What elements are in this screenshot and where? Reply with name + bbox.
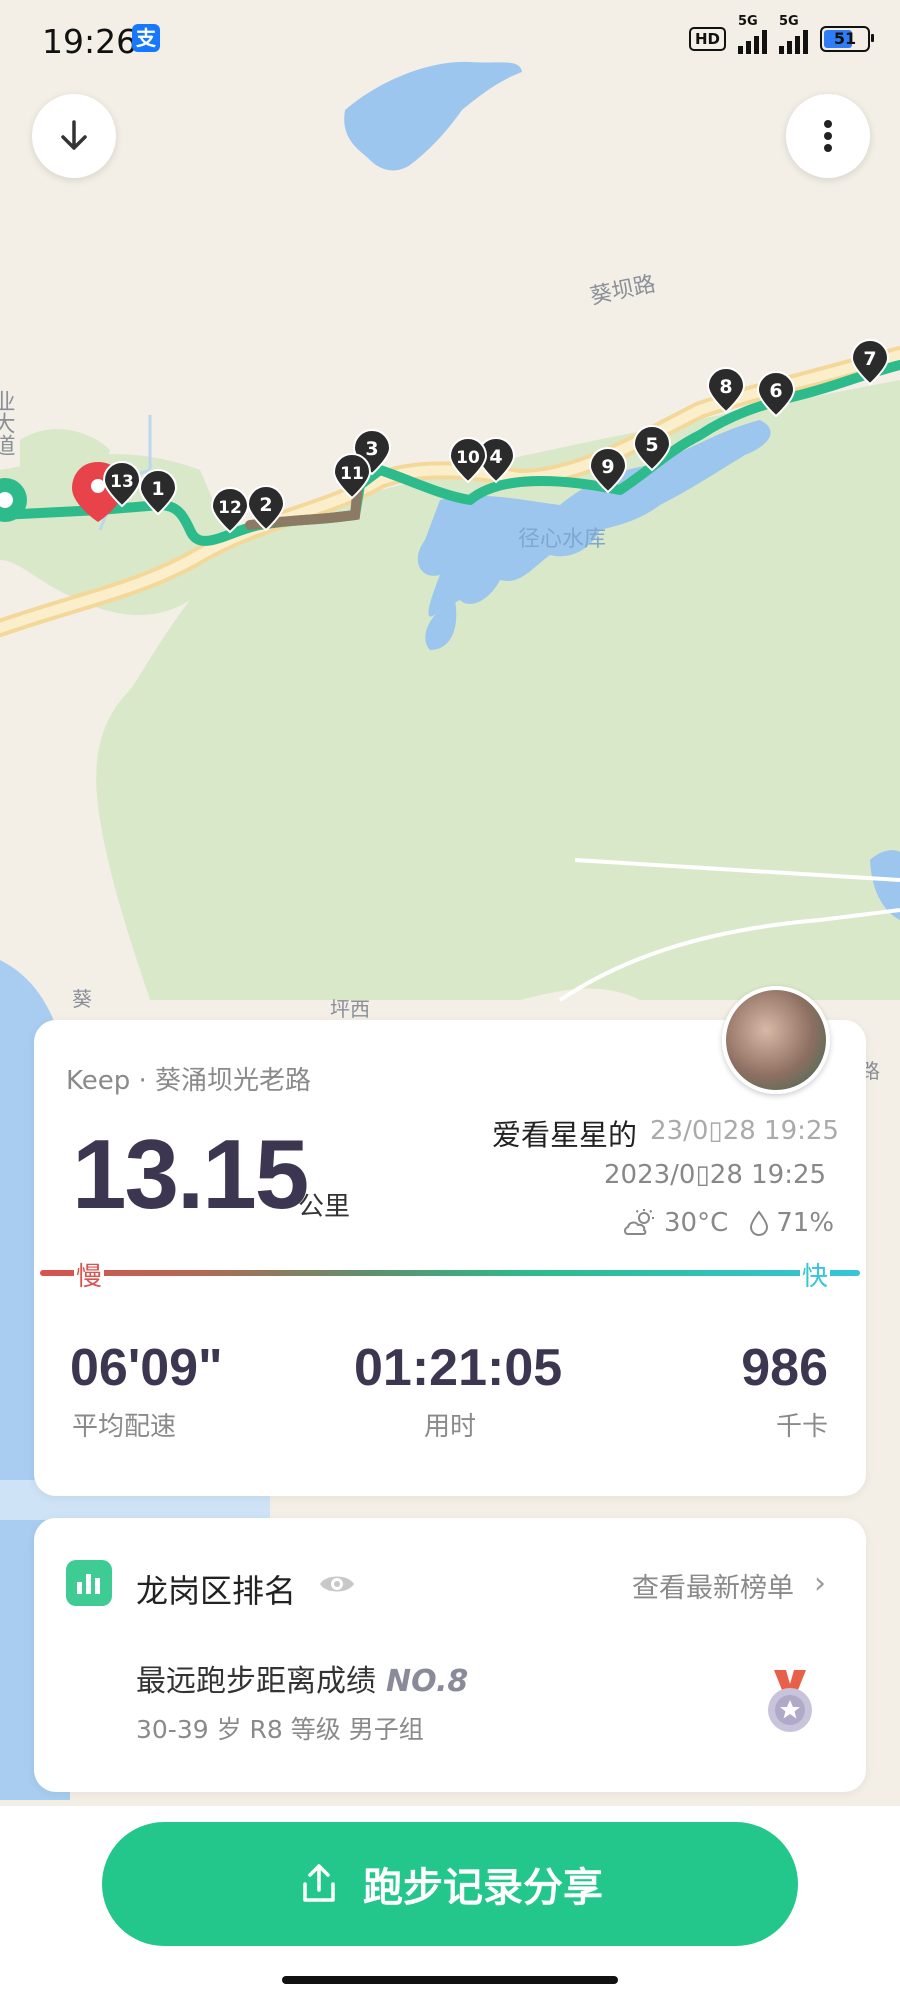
record-rank: NO.8 <box>386 1664 469 1699</box>
humidity: 71% <box>776 1208 835 1238</box>
duration-label: 用时 <box>424 1412 477 1442</box>
map-side-label: 业大道 <box>0 390 16 456</box>
km-marker-label: 13 <box>110 472 134 492</box>
status-icons: HD 5G 5G 51 <box>688 14 874 56</box>
calories-value: 986 <box>741 1339 828 1397</box>
pace-gradient-bar <box>40 1270 860 1276</box>
km-marker-label: 5 <box>645 434 658 456</box>
battery-icon: 51 <box>820 26 874 52</box>
km-marker-label: 11 <box>340 464 364 484</box>
more-vertical-icon <box>824 120 832 152</box>
km-marker-label: 9 <box>601 456 614 478</box>
distance-value: 13.15 <box>72 1119 309 1229</box>
fast-label: 快 <box>800 1256 831 1293</box>
weather: 30°C 71% <box>622 1208 834 1238</box>
km-marker-label: 3 <box>365 438 378 460</box>
km-marker-label: 6 <box>769 380 782 402</box>
weather-cloud-sun-icon <box>624 1209 654 1235</box>
download-button[interactable] <box>32 94 116 178</box>
eye-icon[interactable] <box>318 1570 356 1602</box>
slow-label: 慢 <box>74 1256 105 1293</box>
run-date: 2023/0▯28 19:25 <box>604 1160 827 1190</box>
record-title: 最远跑步距离成绩 NO.8 <box>136 1664 469 1699</box>
more-button[interactable] <box>786 94 870 178</box>
map-road-label-3: 葵 <box>72 987 92 1011</box>
home-indicator[interactable] <box>282 1976 618 1984</box>
distance-unit: 公里 <box>298 1192 351 1222</box>
share-label: 跑步记录分享 <box>363 1865 603 1911</box>
pace-label: 平均配速 <box>72 1412 177 1442</box>
download-icon <box>61 120 87 150</box>
duration-value: 01:21:05 <box>354 1339 563 1397</box>
ranking-title: 龙岗区排名 <box>136 1572 297 1610</box>
ranking-card[interactable] <box>34 1518 866 1792</box>
status-time: 19:26 <box>42 22 138 61</box>
pace-value: 06'09" <box>70 1339 223 1397</box>
view-leaderboard-link[interactable]: 查看最新榜单 <box>632 1566 794 1605</box>
map-reservoir-label: 径心水库 <box>518 527 606 552</box>
share-icon <box>303 1864 335 1902</box>
share-run-button[interactable]: 跑步记录分享 <box>102 1822 798 1946</box>
km-marker-label: 4 <box>489 446 502 468</box>
run-source: Keep · 葵涌坝光老路 <box>66 1066 312 1096</box>
signal-icon: 5G <box>738 14 767 54</box>
km-marker-label: 7 <box>863 348 876 370</box>
signal-icon-2: 5G <box>779 14 808 54</box>
km-marker-label: 12 <box>218 498 242 518</box>
alipay-icon: 支 <box>132 24 160 52</box>
record-group: 30-39 岁 R8 等级 男子组 <box>136 1715 424 1744</box>
km-marker-label: 8 <box>719 376 732 398</box>
km-marker-label: 10 <box>456 448 480 468</box>
km-marker-label: 2 <box>259 494 272 516</box>
username: 爱看星星的 <box>492 1118 638 1152</box>
temperature: 30°C <box>664 1208 729 1238</box>
map-road-label-2: 坪西 <box>330 997 370 1021</box>
medal-icon <box>766 1670 814 1738</box>
chevron-right-icon[interactable]: › <box>814 1566 826 1601</box>
humidity-drop-icon <box>750 1210 769 1237</box>
calories-label: 千卡 <box>775 1412 828 1442</box>
date-overlap: 23/0▯28 19:25 <box>650 1116 839 1146</box>
km-marker-label: 1 <box>151 478 164 500</box>
avatar[interactable] <box>722 986 830 1094</box>
ranking-chart-icon <box>66 1560 112 1606</box>
hd-badge: HD <box>688 27 726 51</box>
